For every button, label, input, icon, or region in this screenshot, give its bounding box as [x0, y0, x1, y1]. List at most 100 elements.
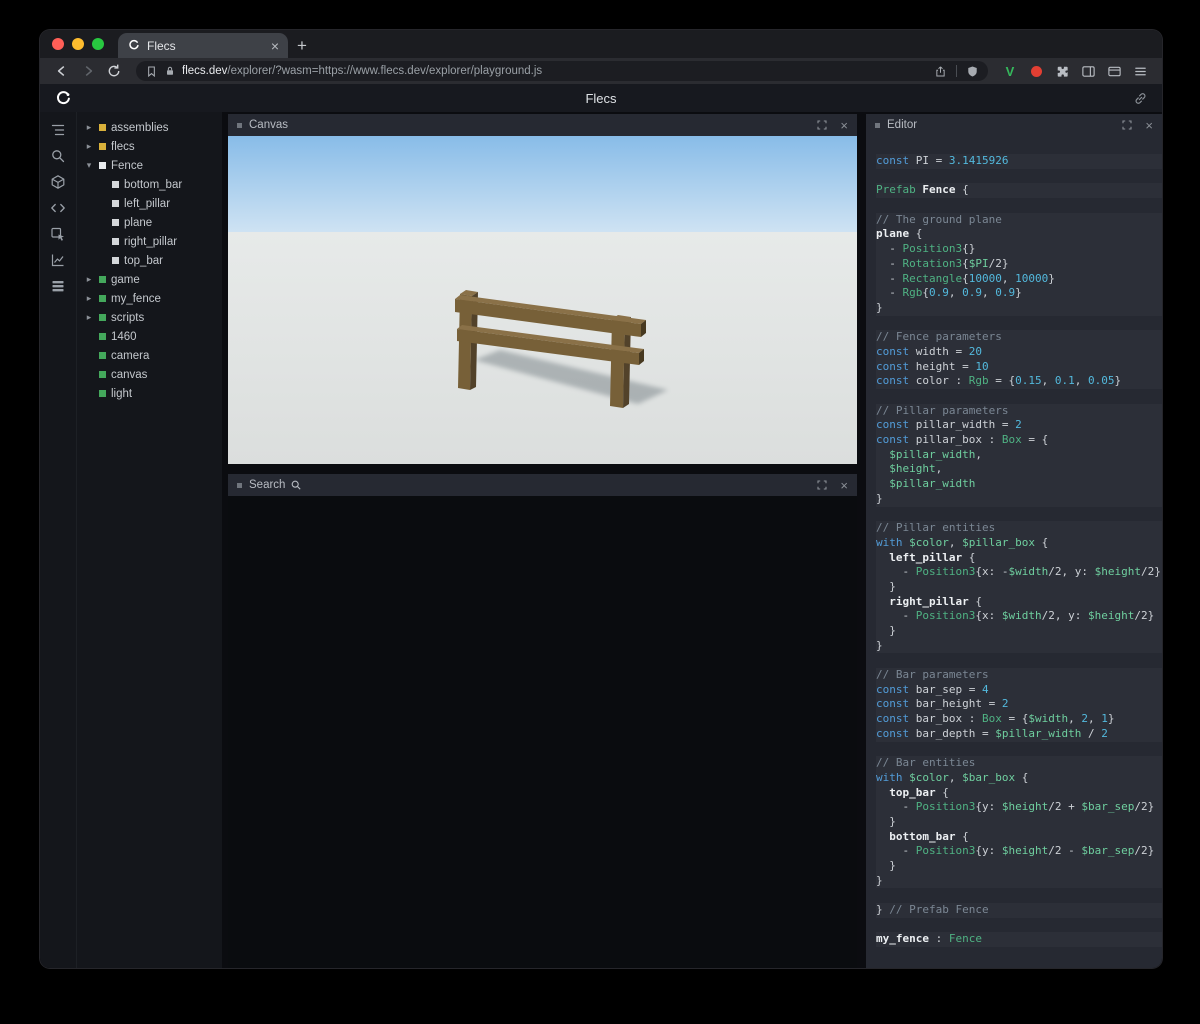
code-line[interactable]: [876, 169, 1162, 184]
reload-button[interactable]: [102, 60, 126, 82]
tree-item-assemblies[interactable]: ▸assemblies: [77, 118, 222, 137]
code-line[interactable]: }: [876, 874, 1162, 889]
code-line[interactable]: // Pillar parameters: [876, 404, 1162, 419]
code-line[interactable]: plane {: [876, 227, 1162, 242]
new-tab-button[interactable]: +: [288, 33, 316, 58]
tree-view-button[interactable]: [45, 122, 71, 138]
expand-panel-button[interactable]: [817, 480, 827, 490]
tree-item-flecs[interactable]: ▸flecs: [77, 137, 222, 156]
code-line[interactable]: // Bar parameters: [876, 668, 1162, 683]
share-icon[interactable]: [934, 65, 947, 78]
url-bar[interactable]: flecs.dev/explorer/?wasm=https://www.fle…: [136, 61, 988, 81]
tab-close-icon[interactable]: ×: [271, 39, 279, 53]
code-line[interactable]: }: [876, 639, 1162, 654]
code-line[interactable]: }: [876, 580, 1162, 595]
code-line[interactable]: const PI = 3.1415926: [876, 154, 1162, 169]
code-line[interactable]: - Rotation3{$PI/2}: [876, 257, 1162, 272]
canvas-viewport[interactable]: [228, 136, 857, 464]
tree-expand-icon[interactable]: ▸: [84, 312, 94, 323]
menu-button[interactable]: [1128, 60, 1152, 82]
close-panel-button[interactable]: ×: [840, 479, 848, 492]
link-icon[interactable]: [1133, 91, 1148, 106]
tree-expand-icon[interactable]: ▸: [84, 122, 94, 133]
code-line[interactable]: // Fence parameters: [876, 330, 1162, 345]
code-line[interactable]: const bar_depth = $pillar_width / 2: [876, 727, 1162, 742]
traffic-light-zoom[interactable]: [92, 38, 104, 50]
code-line[interactable]: }: [876, 859, 1162, 874]
tree-item-right_pillar[interactable]: right_pillar: [77, 232, 222, 251]
code-line[interactable]: [876, 507, 1162, 522]
code-line[interactable]: $pillar_width,: [876, 448, 1162, 463]
tree-expand-icon[interactable]: ▸: [84, 141, 94, 152]
code-line[interactable]: $height,: [876, 462, 1162, 477]
code-line[interactable]: // Pillar entities: [876, 521, 1162, 536]
tree-item-left_pillar[interactable]: left_pillar: [77, 194, 222, 213]
code-line[interactable]: [876, 888, 1162, 903]
code-line[interactable]: }: [876, 815, 1162, 830]
wallet-button[interactable]: [1102, 60, 1126, 82]
red-dot-extension-button[interactable]: [1024, 60, 1048, 82]
code-line[interactable]: my_fence : Fence: [876, 932, 1162, 947]
inspect-view-button[interactable]: [45, 226, 71, 242]
code-line[interactable]: [876, 653, 1162, 668]
search-view-button[interactable]: [45, 148, 71, 164]
code-line[interactable]: // The ground plane: [876, 213, 1162, 228]
code-line[interactable]: [876, 389, 1162, 404]
flecs-logo-icon[interactable]: [54, 89, 72, 107]
code-view-button[interactable]: [45, 200, 71, 216]
code-line[interactable]: - Position3{x: -$width/2, y: $height/2}: [876, 565, 1162, 580]
code-line[interactable]: bottom_bar {: [876, 830, 1162, 845]
code-line[interactable]: [876, 742, 1162, 757]
code-line[interactable]: left_pillar {: [876, 551, 1162, 566]
code-line[interactable]: const bar_height = 2: [876, 697, 1162, 712]
tree-item-camera[interactable]: camera: [77, 346, 222, 365]
sidebar-toggle-button[interactable]: [1076, 60, 1100, 82]
code-line[interactable]: [876, 316, 1162, 331]
stats-view-button[interactable]: [45, 252, 71, 268]
tree-expand-icon[interactable]: ▾: [84, 160, 94, 171]
tree-item-canvas[interactable]: canvas: [77, 365, 222, 384]
code-line[interactable]: - Position3{x: $width/2, y: $height/2}: [876, 609, 1162, 624]
tree-item-game[interactable]: ▸game: [77, 270, 222, 289]
tree-expand-icon[interactable]: ▸: [84, 274, 94, 285]
forward-button[interactable]: [76, 60, 100, 82]
code-line[interactable]: - Rgb{0.9, 0.9, 0.9}: [876, 286, 1162, 301]
code-line[interactable]: $pillar_width: [876, 477, 1162, 492]
code-line[interactable]: with $color, $bar_box {: [876, 771, 1162, 786]
shield-icon[interactable]: [966, 65, 979, 78]
queries-view-button[interactable]: [45, 278, 71, 294]
code-line[interactable]: // Bar entities: [876, 756, 1162, 771]
tree-item-scripts[interactable]: ▸scripts: [77, 308, 222, 327]
code-line[interactable]: const pillar_box : Box = {: [876, 433, 1162, 448]
code-line[interactable]: with $color, $pillar_box {: [876, 536, 1162, 551]
code-line[interactable]: } // Prefab Fence: [876, 903, 1162, 918]
code-line[interactable]: const color : Rgb = {0.15, 0.1, 0.05}: [876, 374, 1162, 389]
close-panel-button[interactable]: ×: [840, 119, 848, 132]
extensions-button[interactable]: [1050, 60, 1074, 82]
code-line[interactable]: }: [876, 624, 1162, 639]
traffic-light-close[interactable]: [52, 38, 64, 50]
expand-panel-button[interactable]: [1122, 120, 1132, 130]
code-line[interactable]: const width = 20: [876, 345, 1162, 360]
code-line[interactable]: - Position3{y: $height/2 - $bar_sep/2}: [876, 844, 1162, 859]
back-button[interactable]: [50, 60, 74, 82]
tree-item-Fence[interactable]: ▾Fence: [77, 156, 222, 175]
code-line[interactable]: const pillar_width = 2: [876, 418, 1162, 433]
code-line[interactable]: - Position3{}: [876, 242, 1162, 257]
code-line[interactable]: right_pillar {: [876, 595, 1162, 610]
code-line[interactable]: - Position3{y: $height/2 + $bar_sep/2}: [876, 800, 1162, 815]
code-line[interactable]: const bar_sep = 4: [876, 683, 1162, 698]
code-line[interactable]: [876, 918, 1162, 933]
lock-icon[interactable]: [164, 65, 176, 77]
tree-item-light[interactable]: light: [77, 384, 222, 403]
close-panel-button[interactable]: ×: [1145, 119, 1153, 132]
tree-expand-icon[interactable]: ▸: [84, 293, 94, 304]
code-line[interactable]: const bar_box : Box = {$width, 2, 1}: [876, 712, 1162, 727]
editor-code[interactable]: const PI = 3.1415926 Prefab Fence { // T…: [866, 136, 1162, 968]
tree-item-top_bar[interactable]: top_bar: [77, 251, 222, 270]
code-line[interactable]: - Rectangle{10000, 10000}: [876, 272, 1162, 287]
tree-item-plane[interactable]: plane: [77, 213, 222, 232]
tree-item-1460[interactable]: 1460: [77, 327, 222, 346]
tree-item-my_fence[interactable]: ▸my_fence: [77, 289, 222, 308]
code-line[interactable]: Prefab Fence {: [876, 183, 1162, 198]
